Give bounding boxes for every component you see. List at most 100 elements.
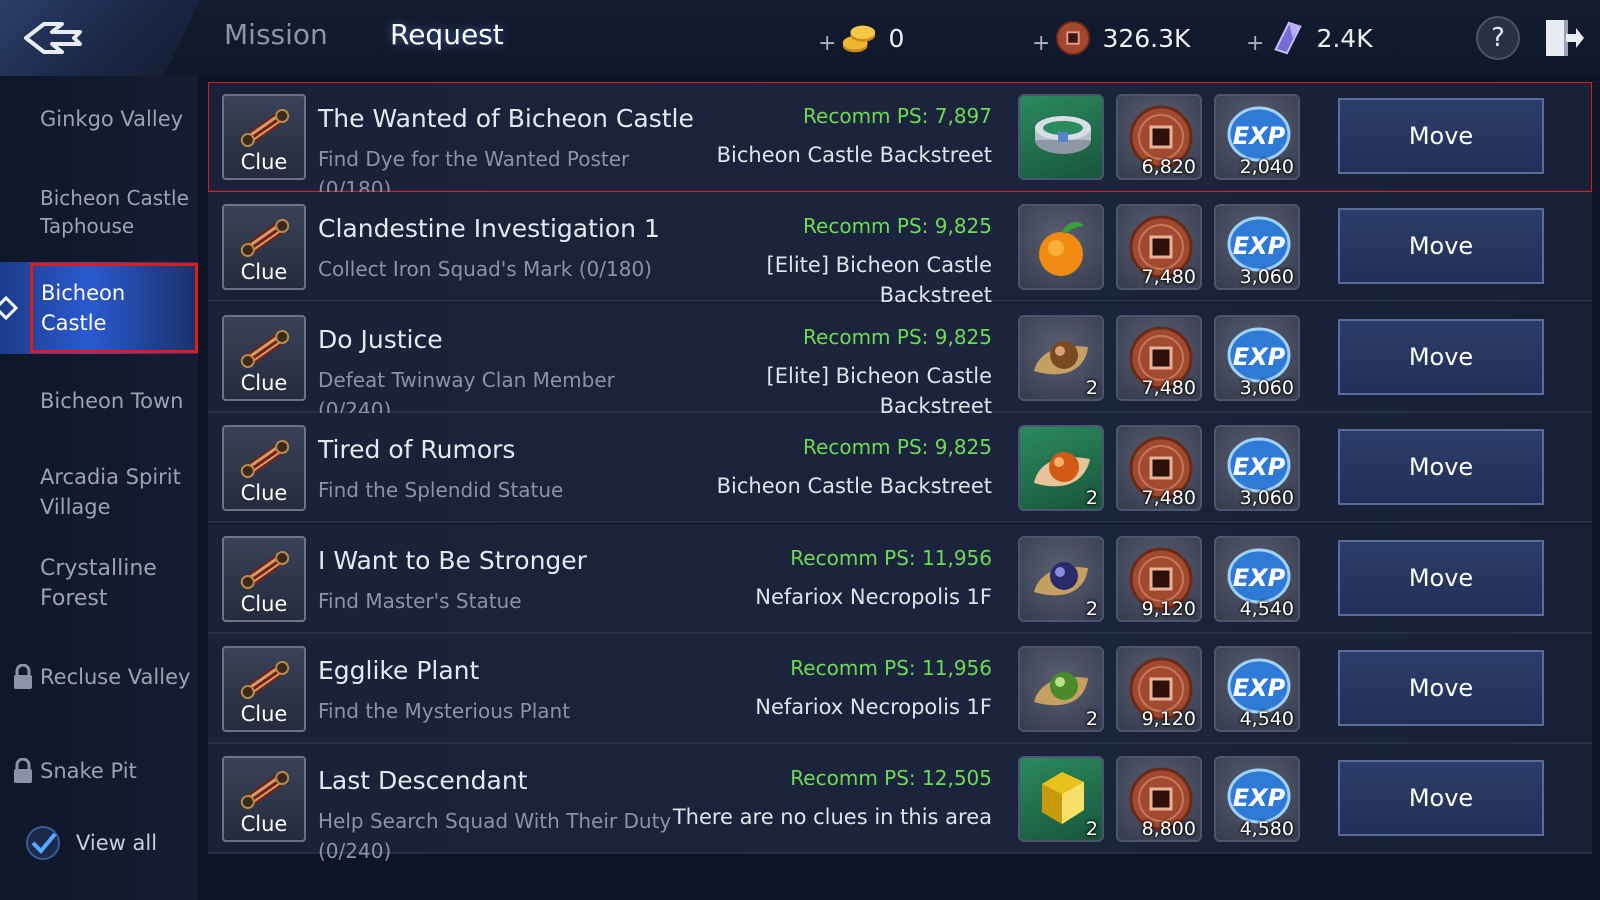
reward-item[interactable]: 2 — [1018, 314, 1104, 401]
clue-label: Clue — [240, 481, 288, 506]
reward-item-qty: 2 — [1085, 708, 1098, 730]
clue-badge[interactable]: Clue — [222, 425, 306, 512]
quest-objective: Find Master's Statue — [318, 588, 522, 613]
svg-text:EXP: EXP — [1233, 453, 1286, 481]
quest-objective: Help Search Squad With Their Duty (0/240… — [318, 809, 672, 864]
reward-exp-qty: 4,580 — [1239, 818, 1294, 841]
tab-request[interactable]: Request — [352, 8, 542, 65]
clue-badge[interactable]: Clue — [222, 94, 306, 180]
quest-objective: Find the Splendid Statue — [318, 478, 564, 503]
sidebar-item-arcadia-spirit-village[interactable]: Arcadia Spirit Village — [0, 462, 190, 522]
quest-location: [Elite] Bicheon Castle Backstreet — [766, 363, 992, 418]
move-button[interactable]: Move — [1338, 429, 1544, 506]
clue-badge[interactable]: Clue — [222, 314, 306, 401]
reward-coin[interactable]: 7,480 — [1116, 314, 1202, 401]
reward-coin[interactable]: 9,120 — [1116, 535, 1202, 622]
request-list: Clue The Wanted of Bicheon Castle Find D… — [208, 82, 1592, 900]
sidebar-item-label: Bicheon Castle — [30, 263, 198, 353]
move-button[interactable]: Move — [1338, 539, 1544, 616]
reward-item[interactable] — [1018, 204, 1104, 291]
reward-item-qty: 2 — [1085, 818, 1098, 841]
tab-mission[interactable]: Mission — [224, 18, 328, 51]
region-sidebar: Ginkgo Valley Bicheon Castle Taphouse Bi… — [0, 76, 198, 900]
svg-text:EXP: EXP — [1233, 122, 1286, 150]
reward-coin[interactable]: 6,820 — [1116, 94, 1202, 180]
recommended-power: Recomm PS: 9,825 — [803, 324, 992, 349]
reward-coin-qty: 7,480 — [1141, 266, 1196, 289]
recommended-power: Recomm PS: 11,956 — [790, 656, 992, 680]
reward-item[interactable]: 2 — [1018, 756, 1104, 843]
currency-gem: + 2.4K — [1246, 18, 1373, 58]
reward-coin[interactable]: 7,480 — [1116, 425, 1202, 512]
copper-coin-icon — [1056, 20, 1091, 56]
reward-coin-qty: 9,120 — [1141, 708, 1196, 730]
sidebar-item-ginkgo-valley[interactable]: Ginkgo Valley — [0, 104, 198, 134]
reward-item[interactable] — [1018, 94, 1104, 180]
add-coin-icon[interactable]: + — [1032, 31, 1050, 56]
add-gem-icon[interactable]: + — [1246, 31, 1264, 56]
reward-exp[interactable]: EXP 2,040 — [1214, 94, 1300, 180]
quest-row: Clue Clandestine Investigation 1 Collect… — [208, 192, 1592, 307]
scroll-clue-icon — [240, 660, 290, 700]
reward-coin[interactable]: 8,800 — [1116, 756, 1202, 843]
reward-exp-qty: 3,060 — [1239, 266, 1294, 289]
sidebar-item-crystalline-forest[interactable]: Crystalline Forest — [0, 554, 180, 614]
sidebar-item-snake-pit[interactable]: Snake Pit — [0, 756, 198, 786]
reward-exp[interactable]: EXP 4,540 — [1214, 646, 1300, 732]
move-button[interactable]: Move — [1338, 760, 1544, 837]
move-button[interactable]: Move — [1338, 98, 1544, 174]
quest-row: Clue Do Justice Defeat Twinway Clan Memb… — [208, 302, 1592, 422]
exit-door-icon[interactable] — [1540, 16, 1584, 60]
gem-value: 2.4K — [1316, 23, 1373, 53]
quest-title: The Wanted of Bicheon Castle — [318, 104, 694, 133]
reward-item[interactable]: 2 — [1018, 535, 1104, 622]
clue-badge[interactable]: Clue — [222, 535, 306, 622]
scroll-clue-icon — [240, 550, 290, 589]
quest-objective: Find the Mysterious Plant — [318, 699, 571, 723]
clue-badge[interactable]: Clue — [222, 204, 306, 291]
sidebar-item-bicheon-castle-taphouse[interactable]: Bicheon Castle Taphouse — [0, 184, 190, 240]
view-all-label: View all — [76, 831, 158, 855]
selected-marker-icon — [0, 296, 18, 320]
quest-row: Clue Last Descendant Help Search Squad W… — [208, 744, 1592, 863]
reward-coin[interactable]: 9,120 — [1116, 646, 1202, 732]
reward-exp[interactable]: EXP 3,060 — [1214, 204, 1300, 291]
svg-text:EXP: EXP — [1233, 564, 1286, 592]
sidebar-item-bicheon-town[interactable]: Bicheon Town — [0, 386, 198, 416]
svg-text:EXP: EXP — [1233, 674, 1286, 702]
sidebar-item-bicheon-castle[interactable]: Bicheon Castle — [0, 262, 198, 354]
quest-title: Egglike Plant — [318, 656, 480, 685]
reward-item[interactable]: 2 — [1018, 646, 1104, 732]
help-button[interactable]: ? — [1476, 16, 1520, 60]
quest-title: Tired of Rumors — [318, 435, 516, 465]
view-all-toggle[interactable]: View all — [24, 824, 157, 862]
reward-exp[interactable]: EXP 4,540 — [1214, 535, 1300, 622]
reward-exp[interactable]: EXP 4,580 — [1214, 756, 1300, 843]
clue-badge[interactable]: Clue — [222, 646, 306, 732]
currency-coin: + 326.3K — [1032, 18, 1190, 58]
reward-coin[interactable]: 7,480 — [1116, 204, 1202, 291]
reward-exp[interactable]: EXP 3,060 — [1214, 314, 1300, 401]
clue-badge[interactable]: Clue — [222, 756, 306, 843]
move-button[interactable]: Move — [1338, 208, 1544, 285]
back-logo-button[interactable] — [0, 0, 200, 76]
svg-text:EXP: EXP — [1233, 784, 1286, 812]
move-button[interactable]: Move — [1338, 318, 1544, 395]
reward-item[interactable]: 2 — [1018, 425, 1104, 512]
quest-location: There are no clues in this area — [672, 805, 992, 830]
recommended-power: Recomm PS: 12,505 — [790, 766, 992, 791]
scroll-clue-icon — [240, 108, 290, 148]
add-gold-icon[interactable]: + — [818, 31, 836, 56]
quest-title: Last Descendant — [318, 766, 528, 796]
move-button[interactable]: Move — [1338, 650, 1544, 726]
reward-item-qty: 2 — [1085, 487, 1098, 510]
clue-label: Clue — [240, 260, 288, 285]
sidebar-item-recluse-valley[interactable]: Recluse Valley — [0, 662, 198, 692]
checkmark-icon — [26, 826, 60, 860]
reward-exp[interactable]: EXP 3,060 — [1214, 425, 1300, 512]
quest-row: Clue The Wanted of Bicheon Castle Find D… — [208, 82, 1592, 201]
clue-label: Clue — [240, 370, 288, 395]
quest-row: Clue Egglike Plant Find the Mysterious P… — [208, 634, 1592, 744]
sidebar-item-label: Recluse Valley — [40, 665, 191, 689]
scroll-clue-icon — [240, 219, 290, 258]
